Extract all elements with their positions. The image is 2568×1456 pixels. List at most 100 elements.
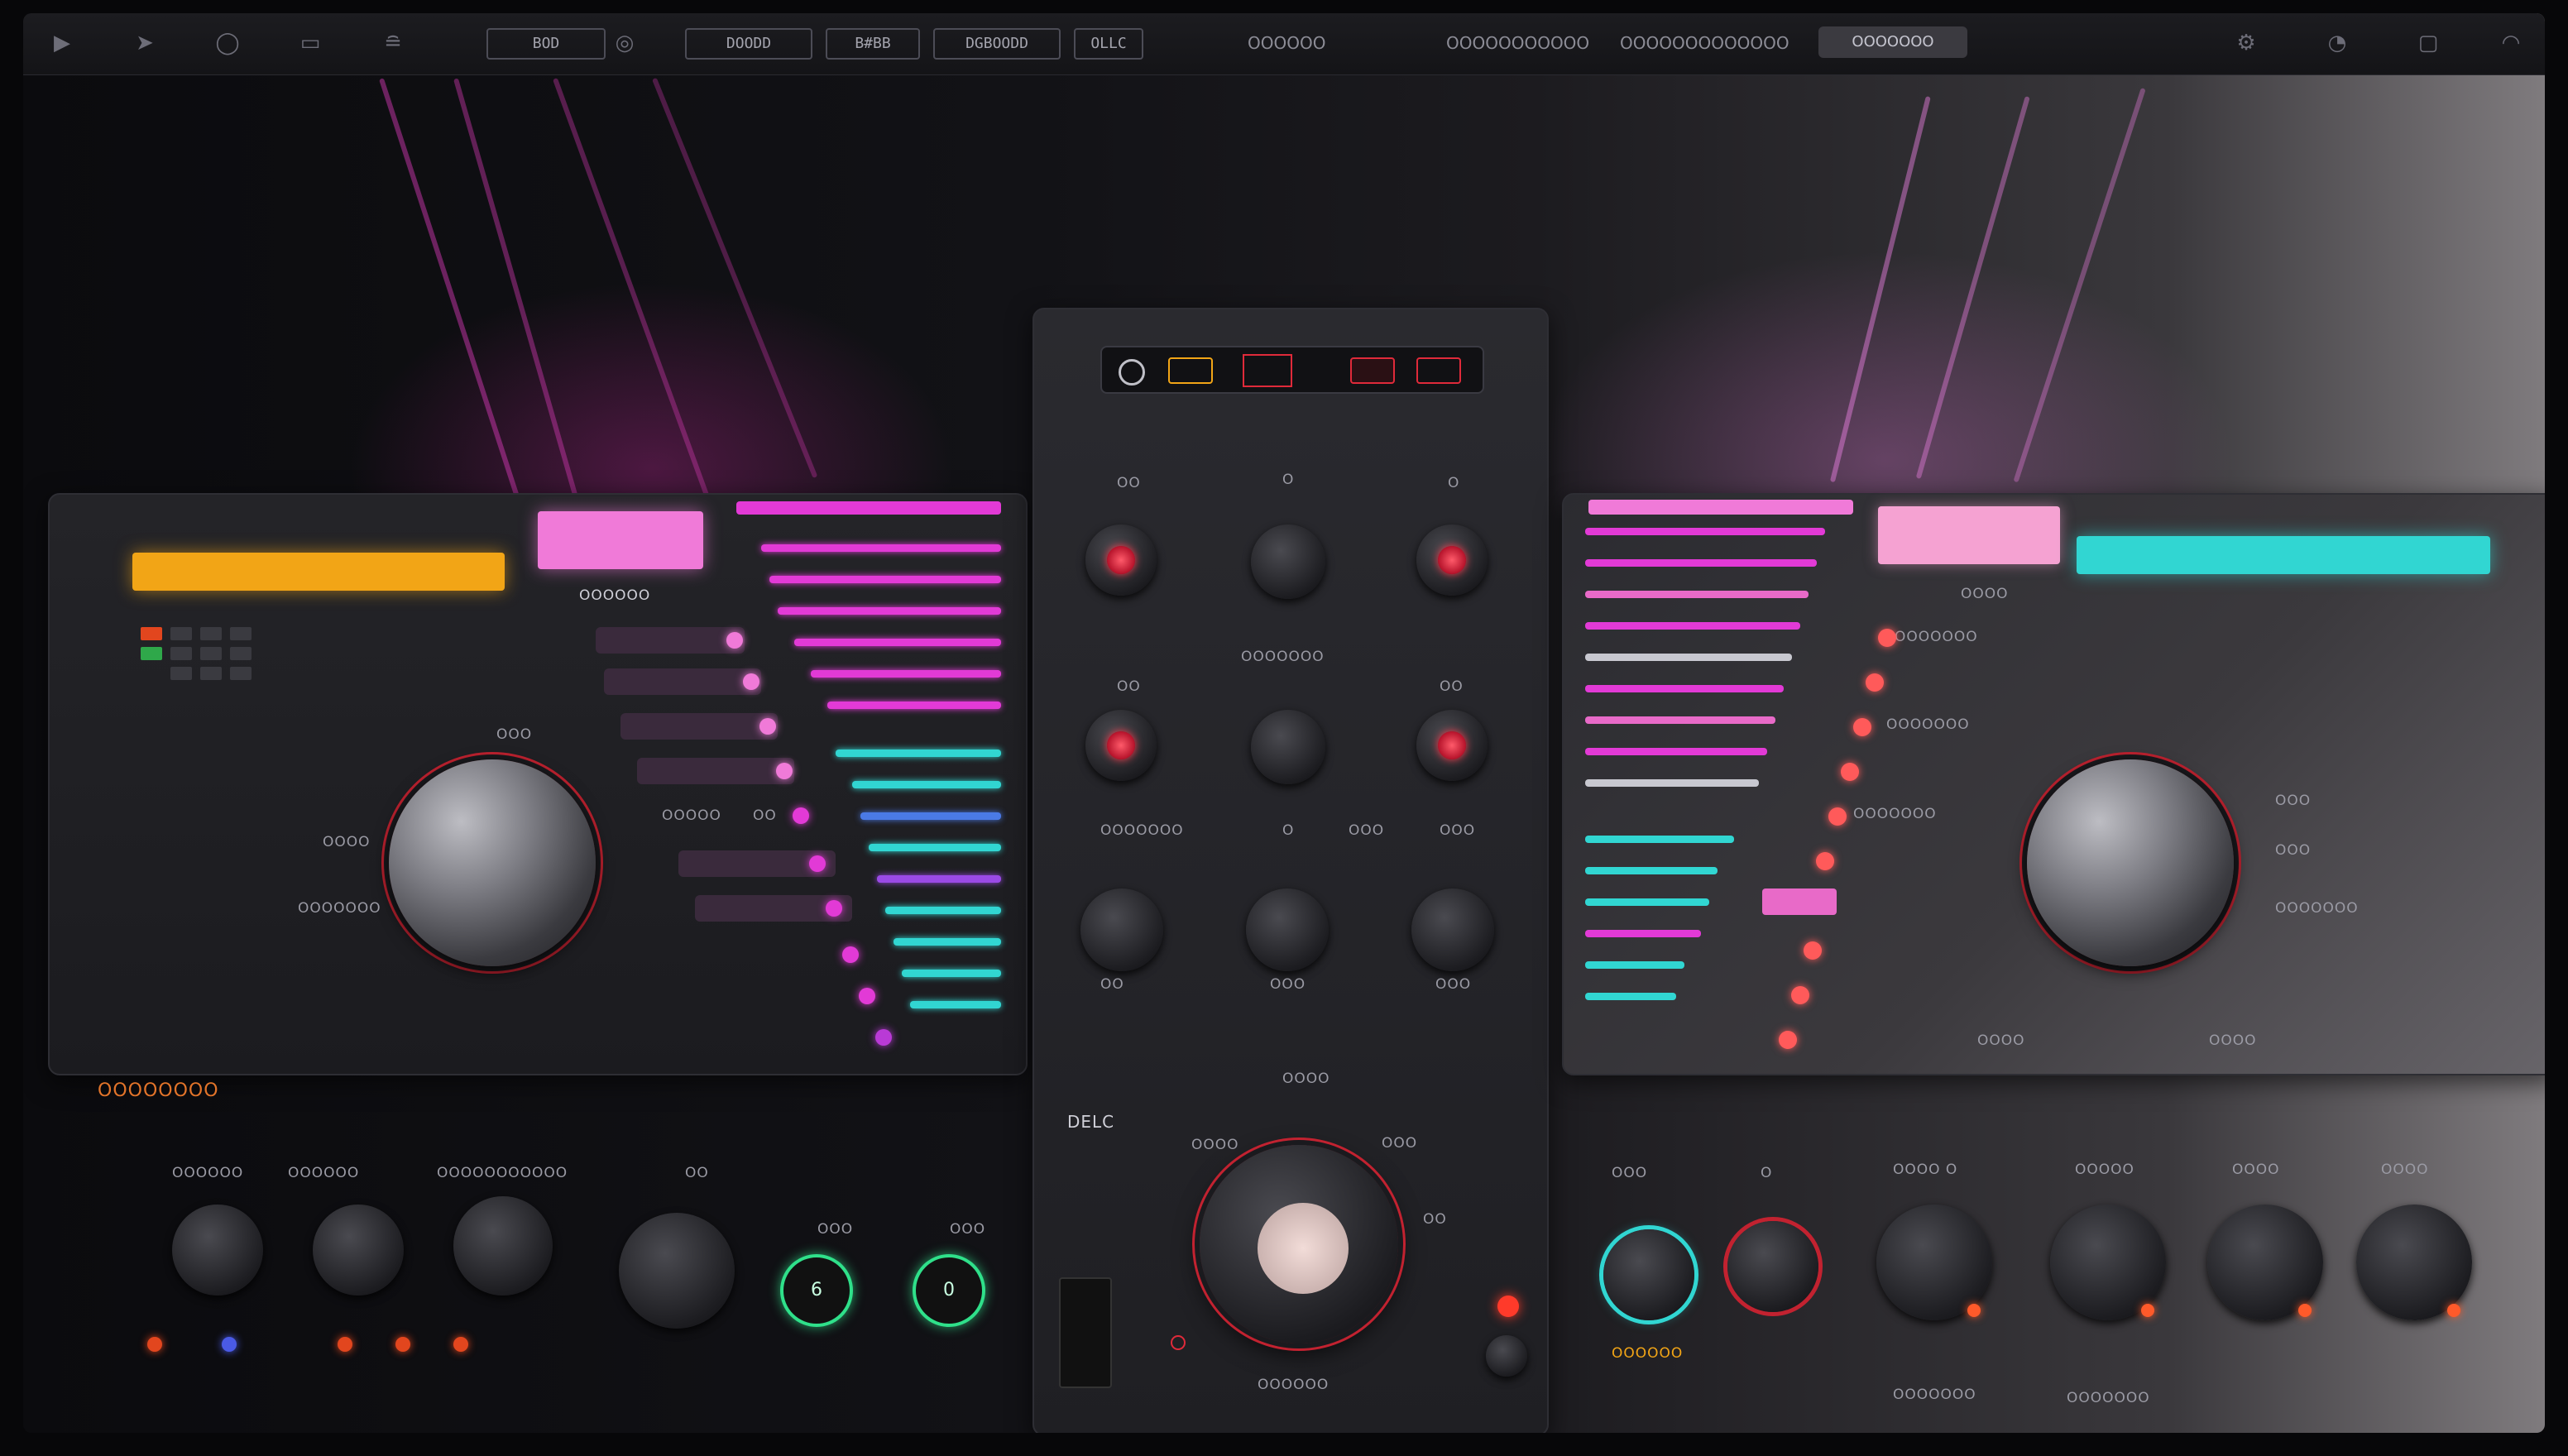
knob-cap (1438, 546, 1466, 574)
right-synth-panel: OOOO OOOOOOO OOOOOOO OOOOOOO OOO OOOOOOO… (1562, 493, 2545, 1075)
toolbar-right-label-1: OOOOOOOOOOO (1446, 33, 1590, 53)
channel-label: OOOOOOO (1853, 806, 1937, 822)
bottom-knob[interactable] (172, 1205, 263, 1296)
level-bar (1585, 748, 1767, 755)
display-segment[interactable] (1416, 357, 1461, 384)
bottom-knob[interactable] (2207, 1205, 2323, 1320)
knob-label: OOOOOOO (298, 900, 381, 917)
red-ring-knob[interactable] (1727, 1221, 1818, 1312)
toolbar-box-4[interactable]: DGBOODD (933, 28, 1061, 60)
left-main-knob[interactable] (389, 759, 596, 966)
tiny-label: OO (1100, 976, 1124, 993)
list-row-dot (743, 673, 759, 690)
loop-icon[interactable]: ◯ (213, 30, 242, 56)
channel-led (1804, 941, 1822, 960)
channel-led (1878, 629, 1896, 647)
footer-label: OOOO (1977, 1032, 2025, 1049)
toolbar-pill-button[interactable]: OOOOOOO (1818, 26, 1967, 58)
tiny-label: O (1282, 822, 1295, 839)
level-bar (769, 576, 1001, 583)
toolbar-box-1[interactable]: BOD (486, 28, 606, 60)
display-segment[interactable] (1243, 354, 1292, 387)
level-bar (910, 1001, 1001, 1008)
center-knob[interactable] (1411, 888, 1494, 971)
bottom-knob[interactable] (313, 1205, 404, 1296)
record-icon[interactable]: ◎ (611, 30, 639, 56)
tiny-label: OOO (1440, 822, 1476, 839)
account-icon[interactable]: ◔ (2323, 30, 2351, 56)
center-knob[interactable] (1246, 888, 1329, 971)
channel-led (1841, 763, 1859, 781)
pink-header (1588, 500, 1853, 515)
level-bar (1585, 867, 1718, 874)
bottom-knob[interactable] (619, 1213, 735, 1329)
wave-icon[interactable]: ◠ (2497, 30, 2525, 56)
tiny-label: OO (1117, 475, 1141, 491)
right-main-knob[interactable] (2027, 759, 2234, 966)
row-label: OOOOO (662, 807, 721, 824)
section-label: DELC (1067, 1112, 1115, 1132)
pink-display (538, 511, 703, 569)
center-knob[interactable] (1080, 888, 1163, 971)
list-row[interactable] (637, 758, 794, 784)
level-bar (1585, 622, 1800, 630)
list-row-dot (875, 1029, 892, 1046)
cyan-ring-knob[interactable] (1603, 1229, 1694, 1320)
level-bar (811, 670, 1001, 678)
channel-led (1853, 718, 1871, 736)
right-bottom-label: OOOO (2381, 1161, 2429, 1178)
level-bar (1585, 961, 1684, 969)
small-button[interactable] (1486, 1335, 1527, 1377)
level-bar (869, 844, 1001, 851)
green-button-b[interactable]: 0 (913, 1254, 985, 1327)
toolbar-box-3[interactable]: B#BB (826, 28, 920, 60)
pink-selector[interactable] (1762, 888, 1837, 915)
fader-slot[interactable] (1059, 1277, 1112, 1388)
forward-icon[interactable]: ➤ (131, 30, 159, 56)
indicator-led (1171, 1335, 1186, 1350)
list-row[interactable] (596, 627, 745, 654)
list-row[interactable] (620, 713, 778, 740)
channel-label: OOOO (1961, 586, 2009, 602)
bottom-knob[interactable] (2356, 1205, 2472, 1320)
green-button-a[interactable]: 6 (780, 1254, 853, 1327)
right-bottom-foot: OOOOOOO (1893, 1387, 1976, 1403)
status-led (395, 1337, 410, 1352)
level-bar (836, 750, 1001, 757)
play-icon[interactable]: ▶ (48, 30, 76, 56)
window-icon[interactable]: ▭ (296, 30, 324, 56)
top-toolbar: ▶ ➤ ◯ ▭ ≘ BOD ◎ DOODD B#BB DGBOODD OLLC … (23, 13, 2545, 75)
channel-label: OOOOOOO (1895, 629, 1978, 645)
knob-cap (1438, 731, 1466, 759)
mixer-icon[interactable]: ≘ (379, 30, 407, 56)
bottom-label: OOOOOO (288, 1165, 360, 1181)
toolbar-box-5[interactable]: OLLC (1074, 28, 1143, 60)
center-knob[interactable] (1251, 710, 1325, 784)
list-row-dot (726, 632, 743, 649)
tiny-label: OO (1117, 678, 1141, 695)
list-row-dot (759, 718, 776, 735)
tiny-label: O (1448, 475, 1460, 491)
mode-icon[interactable] (1119, 359, 1145, 386)
window-icon[interactable]: ▢ (2414, 30, 2442, 56)
settings-icon[interactable]: ⚙ (2232, 30, 2260, 56)
bottom-label: OOO (950, 1221, 986, 1238)
level-bar (1585, 528, 1825, 535)
bottom-knob[interactable] (2050, 1205, 2166, 1320)
list-row-dot (776, 763, 793, 779)
bottom-knob[interactable] (453, 1196, 553, 1296)
center-control-panel: OO O O OOOOOOO OO OO OOOOOOO O OOO OOO O… (1032, 308, 1549, 1433)
right-bottom-label: OOOOO (2075, 1161, 2134, 1178)
orange-display (132, 553, 505, 591)
display-segment[interactable] (1168, 357, 1213, 384)
knob-led (2141, 1304, 2154, 1317)
toolbar-box-2[interactable]: DOODD (685, 28, 812, 60)
list-row[interactable] (604, 668, 761, 695)
right-bottom-label: OOOO O (1893, 1161, 1958, 1178)
display-segment[interactable] (1350, 357, 1395, 384)
channel-led (1816, 852, 1834, 870)
bottom-knob[interactable] (1876, 1205, 1992, 1320)
center-knob[interactable] (1251, 524, 1325, 599)
bottom-label: OOOOOOOOOOO (437, 1165, 568, 1181)
channel-led (1828, 807, 1847, 826)
